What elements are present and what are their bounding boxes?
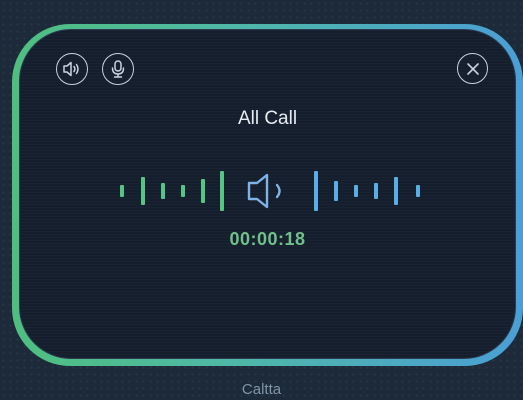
audio-wave (120, 171, 420, 211)
wave-bar (374, 183, 378, 199)
wave-bar (394, 177, 398, 205)
wave-bar (334, 181, 338, 201)
call-title: All Call (237, 108, 298, 129)
wave-bar (416, 185, 420, 197)
microphone-button[interactable] (102, 53, 134, 85)
call-dialog: All Call 00:00:18 (19, 29, 516, 359)
wave-bar (314, 171, 318, 211)
call-dialog-frame: All Call 00:00:18 (12, 24, 523, 366)
close-icon (466, 62, 479, 75)
speaker-button[interactable] (56, 53, 88, 85)
wave-bar (354, 185, 358, 197)
wave-bar (141, 177, 145, 205)
group-name-label: Caltta (241, 381, 282, 398)
wave-bar (181, 185, 185, 197)
microphone-icon (111, 60, 125, 78)
wave-bar (220, 171, 224, 211)
wave-bar (161, 183, 165, 199)
call-timer: 00:00:18 (229, 229, 306, 249)
wave-bar (201, 179, 205, 203)
wave-bar (120, 185, 124, 197)
speaker-icon (63, 61, 79, 77)
speaker-icon (247, 173, 281, 209)
close-button[interactable] (457, 53, 488, 84)
